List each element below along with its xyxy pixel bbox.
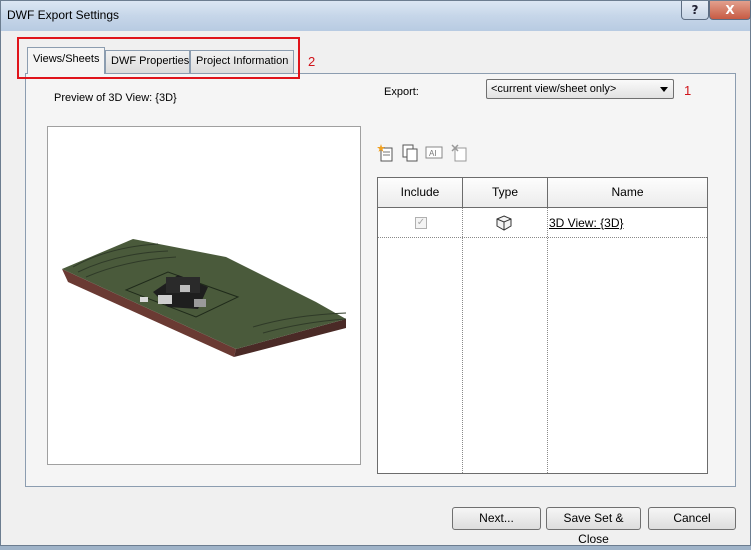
column-header-type[interactable]: Type xyxy=(463,178,548,208)
close-button[interactable]: X xyxy=(709,1,751,20)
duplicate-set-icon[interactable] xyxy=(401,144,419,162)
svg-text:AI: AI xyxy=(429,149,437,158)
title-bar[interactable]: DWF Export Settings ? X xyxy=(1,1,751,31)
export-dropdown[interactable]: <current view/sheet only> xyxy=(486,79,674,99)
views-table: Include Type Name ✓ 3D View: {3D} xyxy=(377,177,708,474)
help-button[interactable]: ? xyxy=(681,1,709,20)
column-header-name[interactable]: Name xyxy=(548,178,707,208)
export-label: Export: xyxy=(384,86,419,98)
annotation-box xyxy=(17,37,300,79)
column-header-include[interactable]: Include xyxy=(378,178,463,208)
include-checkbox[interactable]: ✓ xyxy=(415,217,427,229)
row-divider xyxy=(378,237,707,238)
preview-pane xyxy=(47,126,361,465)
window-title: DWF Export Settings xyxy=(7,8,120,22)
column-divider xyxy=(462,208,463,473)
next-button[interactable]: Next... xyxy=(452,507,541,530)
3d-view-icon xyxy=(496,215,512,231)
3d-model-preview-image xyxy=(62,239,347,357)
column-divider xyxy=(547,208,548,473)
chevron-down-icon xyxy=(660,87,668,92)
preview-label: Preview of 3D View: {3D} xyxy=(54,92,177,104)
annotation-label-1: 1 xyxy=(684,83,692,98)
view-name-link[interactable]: 3D View: {3D} xyxy=(549,216,624,230)
save-set-close-button[interactable]: Save Set & Close xyxy=(546,507,641,546)
export-dropdown-value: <current view/sheet only> xyxy=(491,83,617,95)
cancel-button[interactable]: Cancel xyxy=(648,507,736,530)
rename-set-icon[interactable]: AI xyxy=(425,144,443,162)
annotation-label-2: 2 xyxy=(308,54,316,69)
new-set-icon[interactable] xyxy=(377,144,395,162)
delete-set-icon[interactable] xyxy=(451,144,469,162)
